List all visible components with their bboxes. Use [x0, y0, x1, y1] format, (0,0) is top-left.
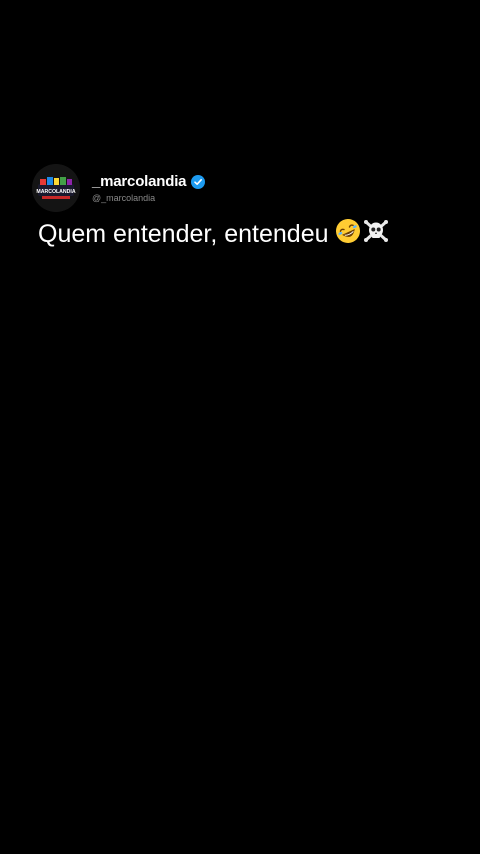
avatar-logo: MARCOLANDIA [32, 164, 80, 212]
user-info: _marcolandia @_marcolandia [92, 173, 206, 203]
post-header: MARCOLANDIA _marcolandia @_marcolandia [32, 160, 452, 216]
display-name[interactable]: _marcolandia [92, 173, 187, 190]
post-card: MARCOLANDIA _marcolandia @_marcolandia Q… [32, 160, 452, 251]
handle: @_marcolandia [92, 193, 156, 203]
post-text: Quem entender, entendeu [38, 220, 329, 248]
name-row: _marcolandia [92, 173, 206, 190]
avatar[interactable]: MARCOLANDIA [32, 164, 80, 212]
post-text-row: Quem entender, entendeu [32, 218, 452, 251]
verified-check-icon [191, 174, 206, 189]
rolling-on-floor-laughing-emoji [335, 218, 361, 251]
avatar-text: MARCOLANDIA [36, 189, 75, 195]
skull-and-crossbones-emoji [363, 218, 389, 251]
